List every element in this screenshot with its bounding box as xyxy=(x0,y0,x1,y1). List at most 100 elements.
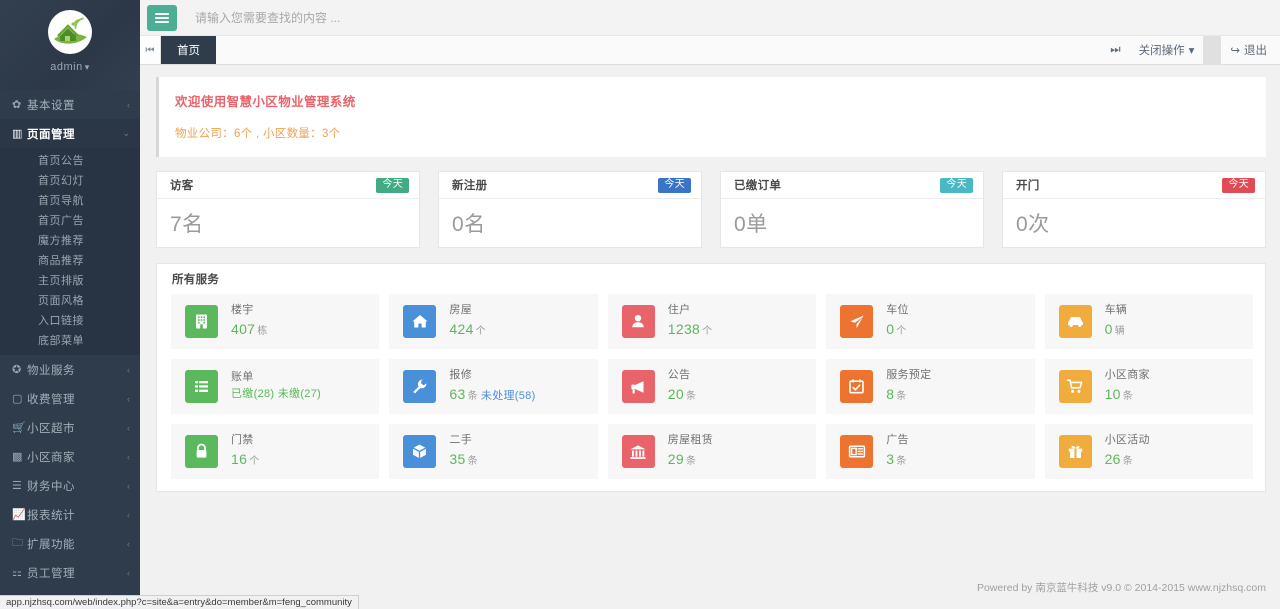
service-item-advertisement[interactable]: 广告 3条 xyxy=(826,424,1034,479)
submenu-item-entry-link[interactable]: 入口链接 xyxy=(0,311,140,331)
stat-value: 7名 xyxy=(170,208,204,238)
service-unit: 条 xyxy=(896,456,906,467)
profile-block[interactable]: admin▾ xyxy=(0,0,140,90)
chevron-left-icon: ‹ xyxy=(127,481,130,491)
service-item-house[interactable]: 房屋 424个 xyxy=(389,294,597,349)
service-name: 公告 xyxy=(668,369,697,383)
service-text: 公告 20条 xyxy=(668,369,697,403)
stat-card-paid-orders[interactable]: 已缴订单 今天 0单 xyxy=(720,171,984,248)
submenu-item-cube-recommend[interactable]: 魔方推荐 xyxy=(0,231,140,251)
service-item-building[interactable]: 楼宇 407栋 xyxy=(171,294,379,349)
sidebar-item-label: 财务中心 xyxy=(27,478,127,494)
stat-title: 访客 xyxy=(170,177,194,193)
status-badge: 今天 xyxy=(1222,178,1255,193)
service-value-row: 407栋 xyxy=(231,321,268,339)
sidebar-item-community-market[interactable]: 🛒 小区超市 ‹ xyxy=(0,413,140,442)
chart-line-icon: 📈 xyxy=(12,508,27,521)
stat-card-header: 新注册 今天 xyxy=(439,172,701,199)
stat-card-header: 访客 今天 xyxy=(157,172,419,199)
sidebar-item-finance-center[interactable]: ☰ 财务中心 ‹ xyxy=(0,471,140,500)
close-operations-dropdown[interactable]: 关闭操作 ▾ xyxy=(1130,36,1204,65)
submenu-item-home-notice[interactable]: 首页公告 xyxy=(0,151,140,171)
stat-card-body: 0单 xyxy=(721,199,983,247)
sidebar-item-label: 报表统计 xyxy=(27,507,127,523)
service-value: 16 xyxy=(231,451,247,467)
stat-title: 新注册 xyxy=(452,177,487,193)
money-icon: ▢ xyxy=(12,392,27,405)
service-text: 门禁 16个 xyxy=(231,434,260,468)
paper-plane-icon xyxy=(840,305,873,338)
service-name: 楼宇 xyxy=(231,304,268,318)
service-unit: 个 xyxy=(249,456,259,467)
stat-card-new-register[interactable]: 新注册 今天 0名 xyxy=(438,171,702,248)
search-input[interactable] xyxy=(177,0,1280,36)
submenu-item-bottom-menu[interactable]: 底部菜单 xyxy=(0,331,140,351)
sidebar-item-fee-management[interactable]: ▢ 收费管理 ‹ xyxy=(0,384,140,413)
service-item-vehicle[interactable]: 车辆 0辆 xyxy=(1045,294,1253,349)
stat-card-body: 0次 xyxy=(1003,199,1265,247)
tabbar-actions: ⏭ 关闭操作 ▾ ↪ 退出 xyxy=(1101,36,1280,64)
sidebar-item-basic-settings[interactable]: ✿ 基本设置 ‹ xyxy=(0,90,140,119)
chevron-left-icon: ‹ xyxy=(127,568,130,578)
service-value: 1238 xyxy=(668,321,700,337)
user-icon xyxy=(622,305,655,338)
service-value: 已缴(28) 未缴(27) xyxy=(231,388,321,400)
service-text: 楼宇 407栋 xyxy=(231,304,268,338)
main-area: ⏮ 首页 ⏭ 关闭操作 ▾ ↪ 退出 欢迎使用智慧小区物业管理系统 物业公司：6… xyxy=(140,0,1280,609)
service-text: 小区商家 10条 xyxy=(1105,369,1150,403)
profile-name[interactable]: admin▾ xyxy=(50,61,90,73)
stat-card-door-open[interactable]: 开门 今天 0次 xyxy=(1002,171,1266,248)
avatar[interactable] xyxy=(48,10,92,54)
service-unit: 条 xyxy=(468,456,478,467)
stat-card-visitor[interactable]: 访客 今天 7名 xyxy=(156,171,420,248)
sidebar-menu: ✿ 基本设置 ‹ ▥ 页面管理 ⌄ 首页公告 首页幻灯 首页导航 首页广告 魔方… xyxy=(0,90,140,587)
sidebar-item-label: 小区超市 xyxy=(27,420,127,436)
sidebar-item-property-service[interactable]: ✪ 物业服务 ‹ xyxy=(0,355,140,384)
service-name: 账单 xyxy=(231,371,321,385)
page-management-submenu: 首页公告 首页幻灯 首页导航 首页广告 魔方推荐 商品推荐 主页排版 页面风格 … xyxy=(0,148,140,355)
divider xyxy=(1203,36,1221,65)
sidebar-item-page-management[interactable]: ▥ 页面管理 ⌄ xyxy=(0,119,140,148)
service-item-community-activity[interactable]: 小区活动 26条 xyxy=(1045,424,1253,479)
service-item-service-booking[interactable]: 服务预定 8条 xyxy=(826,359,1034,414)
service-item-parking-space[interactable]: 车位 0个 xyxy=(826,294,1034,349)
submenu-item-home-nav[interactable]: 首页导航 xyxy=(0,191,140,211)
stat-title: 开门 xyxy=(1016,177,1040,193)
sidebar-item-label: 物业服务 xyxy=(27,362,127,378)
next-icon[interactable]: ⏭ xyxy=(1101,36,1129,65)
service-item-repair[interactable]: 报修 63条未处理(58) xyxy=(389,359,597,414)
prev-icon[interactable]: ⏮ xyxy=(140,36,161,64)
logout-button[interactable]: ↪ 退出 xyxy=(1221,36,1276,65)
tab-home[interactable]: 首页 xyxy=(161,36,216,64)
sidebar-item-report-statistics[interactable]: 📈 报表统计 ‹ xyxy=(0,500,140,529)
sidebar-item-staff-management[interactable]: ⚏ 员工管理 ‹ xyxy=(0,558,140,587)
hamburger-icon[interactable] xyxy=(147,5,177,31)
service-item-community-merchant[interactable]: 小区商家 10条 xyxy=(1045,359,1253,414)
service-name: 门禁 xyxy=(231,434,260,448)
submenu-item-page-style[interactable]: 页面风格 xyxy=(0,291,140,311)
sidebar-item-community-merchant[interactable]: ▩ 小区商家 ‹ xyxy=(0,442,140,471)
service-value-row: 8条 xyxy=(886,386,931,404)
stat-value: 0次 xyxy=(1016,208,1050,238)
service-unit: 条 xyxy=(686,391,696,402)
service-item-announcement[interactable]: 公告 20条 xyxy=(608,359,816,414)
service-item-house-rental[interactable]: 房屋租赁 29条 xyxy=(608,424,816,479)
chevron-left-icon: ‹ xyxy=(127,394,130,404)
submenu-item-product-recommend[interactable]: 商品推荐 xyxy=(0,251,140,271)
service-value-row: 29条 xyxy=(668,451,713,469)
service-unit: 条 xyxy=(896,391,906,402)
service-item-second-hand[interactable]: 二手 35条 xyxy=(389,424,597,479)
service-item-resident[interactable]: 住户 1238个 xyxy=(608,294,816,349)
service-value-row: 424个 xyxy=(449,321,486,339)
folder-icon: 🗀 xyxy=(12,534,27,553)
service-name: 报修 xyxy=(449,369,535,383)
submenu-item-home-slider[interactable]: 首页幻灯 xyxy=(0,171,140,191)
service-name: 二手 xyxy=(449,434,478,448)
service-value-row: 0个 xyxy=(886,321,909,339)
service-item-access-control[interactable]: 门禁 16个 xyxy=(171,424,379,479)
submenu-item-home-layout[interactable]: 主页排版 xyxy=(0,271,140,291)
sidebar-item-extensions[interactable]: 🗀 扩展功能 ‹ xyxy=(0,529,140,558)
service-value: 424 xyxy=(449,321,473,337)
service-item-bill[interactable]: 账单 已缴(28) 未缴(27) xyxy=(171,359,379,414)
submenu-item-home-ad[interactable]: 首页广告 xyxy=(0,211,140,231)
